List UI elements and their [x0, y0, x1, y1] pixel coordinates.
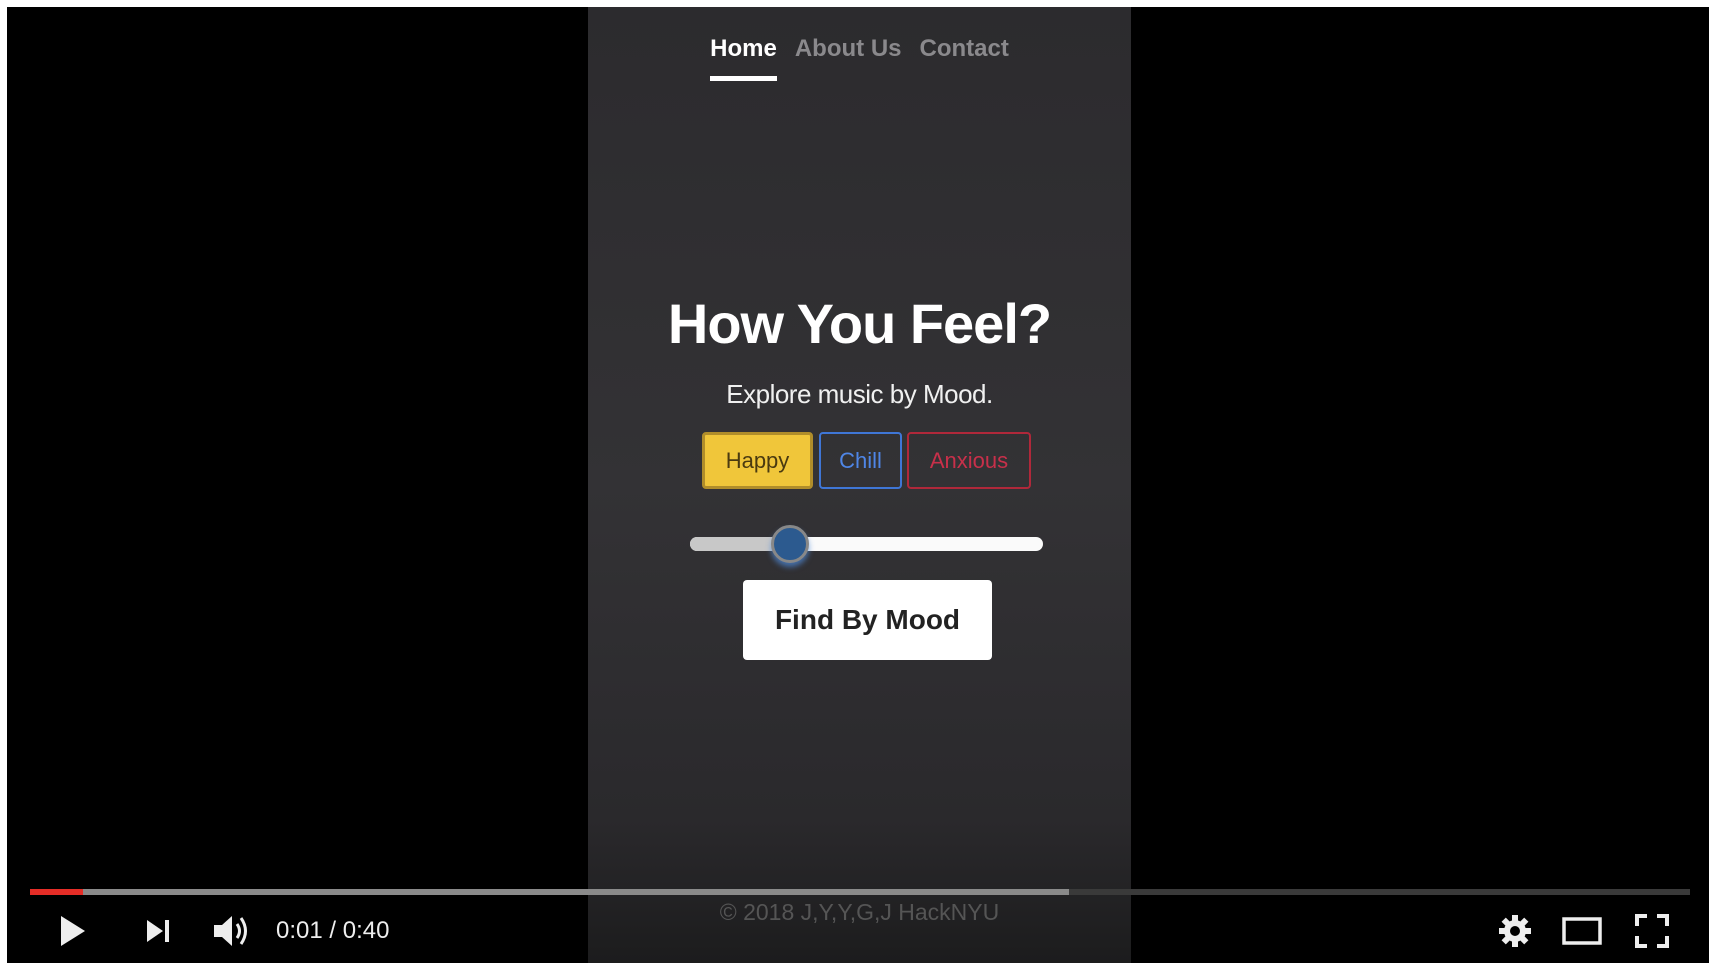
- buffered-bar: [30, 889, 1070, 895]
- settings-icon: [1499, 915, 1531, 947]
- nav-about-us: About Us: [794, 35, 902, 62]
- play-button[interactable]: [59, 911, 87, 951]
- current-time: 0:01: [276, 917, 323, 944]
- duration: 0:40: [342, 917, 390, 944]
- settings-button[interactable]: [1498, 911, 1532, 951]
- theater-mode-button[interactable]: [1562, 911, 1602, 951]
- fullscreen-button[interactable]: [1635, 911, 1669, 951]
- mood-happy-button: Happy: [702, 432, 813, 489]
- mood-slider: [690, 525, 1043, 563]
- played-bar: [30, 889, 84, 895]
- volume-icon: [214, 916, 247, 946]
- slider-thumb: [770, 525, 809, 563]
- next-button[interactable]: [145, 911, 171, 951]
- mood-anxious-button: Anxious: [907, 432, 1031, 489]
- theater-mode-icon: [1562, 917, 1602, 945]
- page-subtitle: Explore music by Mood.: [726, 379, 993, 409]
- fullscreen-icon: [1635, 914, 1669, 948]
- progress-bar[interactable]: [30, 889, 1690, 895]
- video-player[interactable]: Home About Us Contact How You Feel? Explor…: [7, 7, 1709, 963]
- video-frame-app: Home About Us Contact How You Feel? Explor…: [588, 7, 1131, 963]
- find-by-mood-button: Find By Mood: [743, 580, 992, 660]
- mood-chill-button: Chill: [819, 432, 902, 489]
- time-separator: /: [329, 917, 337, 944]
- volume-button[interactable]: [212, 911, 252, 951]
- nav-bar: Home About Us Contact: [588, 35, 1131, 81]
- footer-copyright: © 2018 J,Y,Y,G,J HackNYU: [719, 899, 1000, 925]
- next-icon: [147, 920, 169, 942]
- page-title: How You Feel?: [667, 292, 1052, 355]
- time-display: 0:01 / 0:40: [276, 911, 389, 951]
- nav-contact: Contact: [919, 35, 1009, 62]
- play-icon: [61, 916, 85, 946]
- nav-home: Home: [710, 35, 777, 81]
